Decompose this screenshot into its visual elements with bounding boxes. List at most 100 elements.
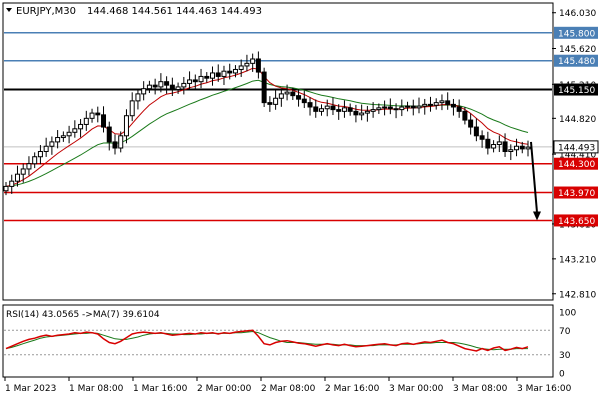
bear-candle-body — [192, 79, 198, 83]
bull-candle-body — [158, 81, 164, 88]
price-tick-label: 143.210 — [559, 255, 596, 265]
bull-candle-body — [198, 75, 204, 83]
bull-candle-body — [439, 100, 445, 104]
level-price-label: 144.300 — [558, 160, 595, 170]
bull-candle-body — [49, 141, 55, 147]
bull-candle-body — [491, 144, 497, 149]
symbol-timeframe: EURJPY,M30 — [16, 6, 76, 17]
bull-candle-body — [20, 168, 26, 175]
bear-candle-body — [313, 106, 319, 112]
level-price-label: 145.800 — [558, 29, 595, 39]
bull-candle-body — [364, 110, 370, 114]
level-price-label: 145.150 — [558, 86, 595, 96]
bull-candle-body — [525, 146, 531, 150]
time-tick-label: 3 Mar 00:00 — [389, 384, 444, 394]
bull-candle-body — [508, 149, 514, 153]
bear-candle-body — [353, 110, 359, 116]
current-price-label: 144.493 — [558, 143, 595, 153]
bull-candle-body — [324, 105, 330, 110]
candle — [261, 67, 267, 107]
bull-candle-body — [66, 131, 72, 137]
bull-candle-body — [37, 151, 43, 158]
rsi-header: RSI(14) 43.0565 ->MA(7) 39.6104 — [6, 310, 160, 320]
ohlc-readout: 144.468 144.561 144.463 144.493 — [87, 6, 262, 17]
bull-candle-body — [32, 156, 38, 165]
bear-candle-body — [485, 138, 491, 149]
bear-candle-body — [261, 71, 267, 104]
time-tick-label: 1 Mar 16:00 — [133, 384, 188, 394]
bull-candle-body — [416, 105, 422, 109]
bear-candle-body — [450, 103, 456, 108]
chart-window: 146.030145.620145.210144.820144.410143.6… — [0, 0, 600, 400]
time-tick-label: 3 Mar 08:00 — [453, 384, 508, 394]
bull-candle-body — [433, 102, 439, 106]
bear-candle-body — [204, 75, 210, 79]
bull-candle-body — [221, 70, 227, 77]
bear-candle-body — [307, 102, 313, 108]
bull-candle-body — [83, 117, 89, 125]
level-price-label: 143.650 — [558, 217, 595, 227]
bear-candle-body — [267, 102, 273, 105]
bull-candle-body — [382, 106, 388, 109]
bear-candle-body — [106, 126, 112, 143]
bear-candle-body — [227, 70, 233, 74]
bear-candle-body — [410, 105, 416, 109]
bull-candle-body — [123, 115, 129, 137]
bear-candle-body — [393, 108, 399, 111]
time-tick-label: 1 Mar 2023 — [5, 384, 56, 394]
price-axis: 146.030145.620145.210144.820144.410143.6… — [552, 9, 599, 300]
bull-candle-body — [341, 107, 347, 112]
level-price-label: 143.970 — [558, 189, 595, 199]
bull-candle-body — [78, 123, 84, 130]
time-axis: 1 Mar 2023 1 Mar 08:00 1 Mar 16:00 2 Mar 00… — [4, 377, 572, 394]
bull-candle-body — [210, 72, 216, 79]
bull-candle-body — [187, 79, 193, 84]
bull-candle-body — [60, 135, 66, 139]
bear-candle-body — [462, 110, 468, 121]
bull-candle-body — [43, 145, 49, 153]
bear-candle-body — [152, 84, 158, 88]
bull-candle-body — [55, 137, 61, 143]
bear-candle-body — [112, 141, 118, 149]
bear-candle-body — [387, 106, 393, 110]
price-tick-label: 144.820 — [559, 115, 596, 125]
bull-candle-body — [250, 58, 256, 64]
bear-candle-body — [169, 84, 175, 91]
bear-candle-body — [101, 114, 107, 128]
bull-candle-body — [72, 128, 78, 133]
bull-candle-body — [273, 97, 279, 105]
bull-candle-body — [175, 86, 181, 91]
bull-candle-body — [244, 62, 250, 67]
bull-candle-body — [238, 65, 244, 70]
bull-candle-body — [141, 88, 147, 95]
time-tick-label: 3 Mar 16:00 — [517, 384, 572, 394]
bull-candle-body — [376, 107, 382, 111]
bear-candle-body — [468, 119, 474, 128]
bull-candle-body — [232, 68, 238, 74]
bull-candle-body — [181, 82, 187, 88]
bear-candle-body — [290, 91, 296, 97]
bear-candle-body — [479, 135, 485, 140]
bear-candle-body — [347, 107, 353, 112]
bear-candle-body — [215, 72, 221, 77]
bear-candle-body — [95, 112, 101, 116]
bear-candle-body — [330, 105, 336, 111]
bear-candle-body — [473, 126, 479, 137]
bear-candle-body — [445, 100, 451, 105]
bull-candle-body — [26, 163, 32, 170]
bull-candle-body — [318, 108, 324, 112]
rsi-tick-label: 70 — [559, 327, 571, 337]
bull-candle-body — [514, 145, 520, 151]
price-tick-label: 142.810 — [559, 290, 596, 300]
bull-candle-body — [496, 141, 502, 146]
bull-candle-body — [3, 185, 9, 192]
bull-candle-body — [9, 180, 15, 187]
bull-candle-body — [399, 106, 405, 111]
bull-candle-body — [405, 105, 411, 108]
bull-candle-body — [422, 103, 428, 107]
bear-candle-body — [427, 103, 433, 106]
time-tick-label: 2 Mar 00:00 — [197, 384, 252, 394]
rsi-tick-label: 0 — [559, 370, 565, 380]
price-tick-label: 146.030 — [559, 9, 596, 19]
bear-candle-body — [255, 58, 261, 73]
